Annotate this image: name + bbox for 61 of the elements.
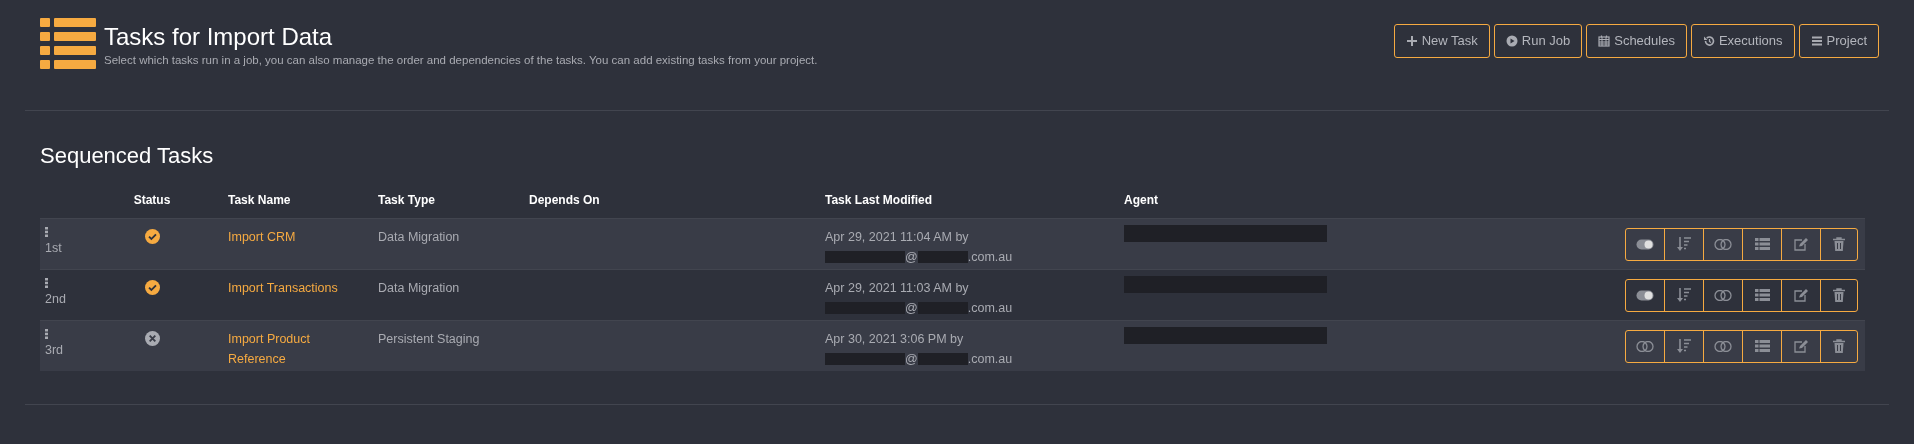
edit-icon xyxy=(1794,339,1808,353)
order-label: 3rd xyxy=(45,342,64,359)
column-header: Agent xyxy=(1124,193,1158,207)
section-title: Sequenced Tasks xyxy=(40,142,215,170)
drag-handle-icon[interactable] xyxy=(45,278,48,288)
task-type: Data Migration xyxy=(378,281,460,295)
email-at: @ xyxy=(905,249,918,266)
rings-icon xyxy=(1714,238,1732,250)
modified-date: Apr 30, 2021 3:06 PM by xyxy=(825,331,964,348)
list-icon xyxy=(40,18,96,70)
page-title: Tasks for Import Data xyxy=(104,22,334,52)
email-at: @ xyxy=(905,300,918,317)
list-icon xyxy=(1754,238,1770,250)
trash-icon xyxy=(1833,339,1845,353)
column-header: Task Last Modified xyxy=(825,193,933,207)
modified-date: Apr 29, 2021 11:03 AM by xyxy=(825,280,969,297)
toggle-on-icon xyxy=(1636,238,1654,250)
toggle-off-icon xyxy=(1636,340,1654,352)
modified-date: Apr 29, 2021 11:04 AM by xyxy=(825,229,969,246)
email-at: @ xyxy=(905,351,918,368)
task-type: Data Migration xyxy=(378,230,460,244)
column-header: Status xyxy=(133,192,171,209)
rings-icon xyxy=(1714,340,1732,352)
toolbar-button[interactable]: Schedules xyxy=(1586,24,1687,58)
drag-handle-icon[interactable] xyxy=(45,227,48,237)
column-header: Depends On xyxy=(529,193,600,207)
task-name-link[interactable]: Import Transactions xyxy=(228,278,338,298)
page-description: Select which tasks run in a job, you can also manage the order and dependencies of the tasks. You can add existing tasks from your project. xyxy=(104,53,818,68)
history-icon xyxy=(1702,35,1715,47)
order-label: 2nd xyxy=(45,291,66,308)
order-label: 1st xyxy=(45,240,62,257)
toolbar-button[interactable]: Executions xyxy=(1690,24,1795,58)
trash-icon xyxy=(1833,237,1845,251)
sort-icon xyxy=(1677,236,1691,252)
column-header: Task Type xyxy=(378,193,435,207)
menu-icon xyxy=(1810,35,1823,47)
toggle-on-icon xyxy=(1636,289,1654,301)
redaction-bar xyxy=(917,251,968,263)
rings-icon xyxy=(1714,289,1732,301)
task-type: Persistent Staging xyxy=(378,332,480,346)
edit-icon xyxy=(1794,237,1808,251)
column-header: Task Name xyxy=(228,193,291,207)
plus-icon xyxy=(1405,35,1418,47)
email-domain: .com.au xyxy=(967,249,1013,266)
toolbar-button[interactable]: New Task xyxy=(1393,24,1490,58)
list-icon xyxy=(1754,289,1770,301)
edit-icon xyxy=(1794,288,1808,302)
task-name-link[interactable]: Import Product Reference xyxy=(228,329,368,369)
sort-icon xyxy=(1677,338,1691,354)
redaction-bar xyxy=(917,353,968,365)
calendar-icon xyxy=(1598,35,1611,47)
trash-icon xyxy=(1833,288,1845,302)
drag-handle-icon[interactable] xyxy=(45,329,48,339)
list-icon xyxy=(1754,340,1770,352)
toolbar-button[interactable]: Run Job xyxy=(1493,24,1583,58)
sort-icon xyxy=(1677,287,1691,303)
email-domain: .com.au xyxy=(967,351,1013,368)
task-name-link[interactable]: Import CRM xyxy=(228,227,296,247)
toolbar-button[interactable]: Project xyxy=(1798,24,1879,58)
play-icon xyxy=(1505,35,1518,47)
email-domain: .com.au xyxy=(967,300,1013,317)
